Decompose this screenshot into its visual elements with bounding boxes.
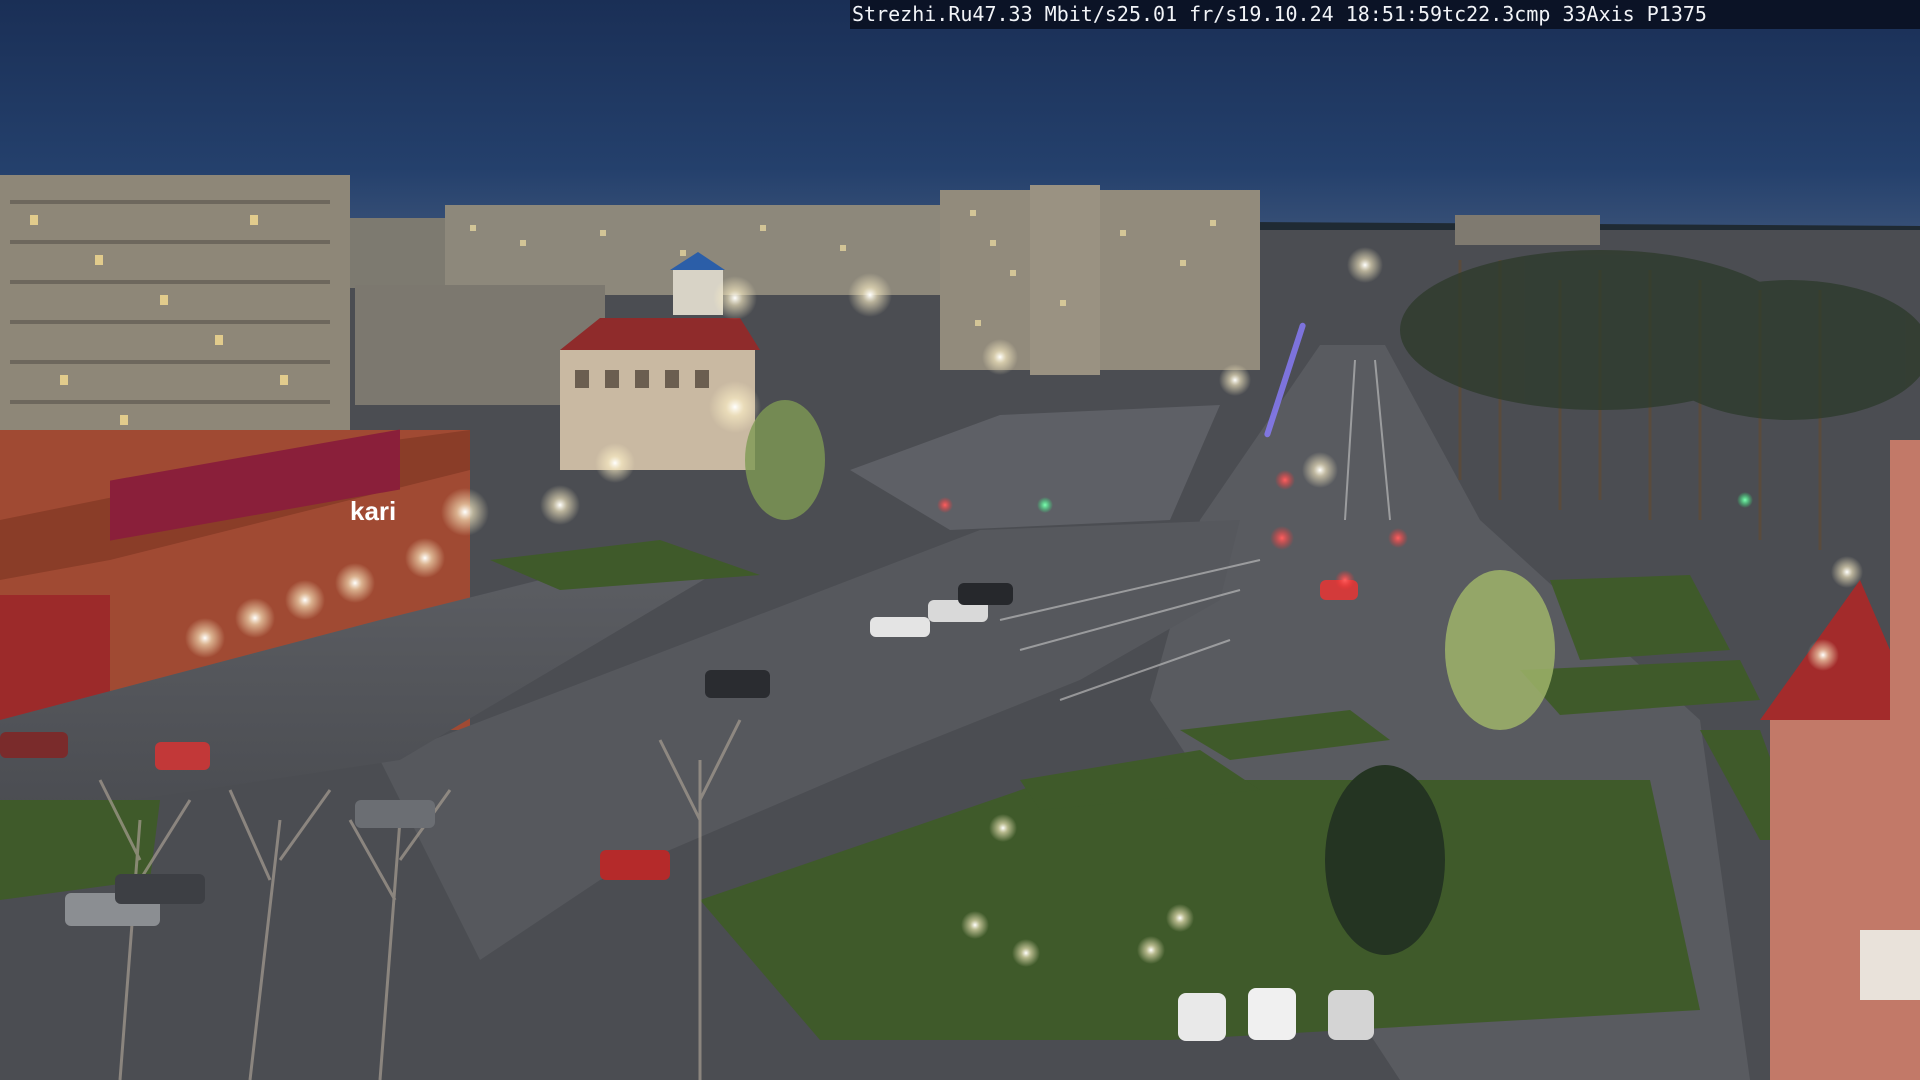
pine-tree [1325,765,1445,955]
right-building [1770,720,1920,1080]
store-sign: kari [350,496,396,526]
osd-tc: tc22.3 [1442,2,1515,26]
city-street-scene: kari [0,0,1920,1080]
osd-framerate: 25.01 fr/s [1116,2,1238,26]
osd-datetime: 19.10.24 18:51:59 [1237,2,1443,26]
camera-osd-overlay: Strezhi.Ru47.33 Mbit/s25.01 fr/s19.10.24… [850,0,1920,29]
birch-tree-lit [1445,570,1555,730]
osd-camera-model: Axis P1375 [1586,2,1707,26]
osd-site: Strezhi.Ru [852,2,973,26]
osd-bitrate: 47.33 Mbit/s [972,2,1117,26]
osd-cmp: cmp 33 [1514,2,1587,26]
